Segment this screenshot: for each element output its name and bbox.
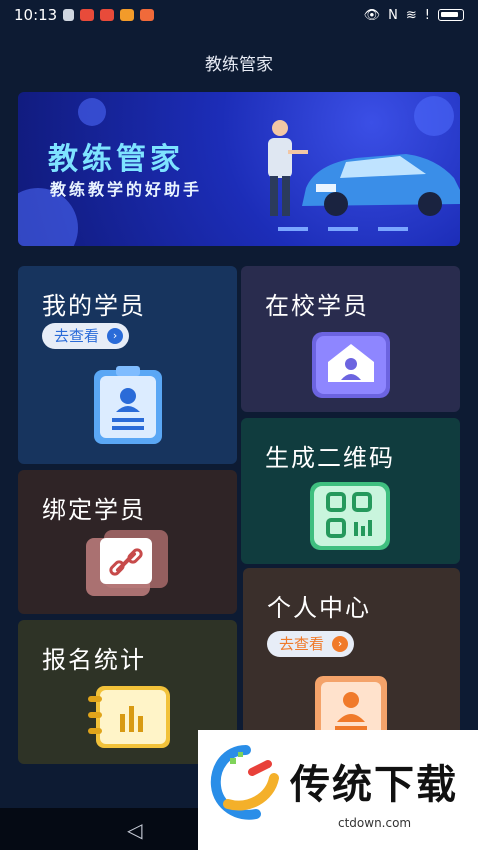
card-generate-qrcode[interactable]: 生成二维码	[241, 418, 460, 564]
chevron-right-icon: ›	[107, 328, 124, 344]
chart-icon	[88, 686, 170, 748]
watermark-text: 传统下载	[290, 762, 458, 808]
link-icon	[86, 530, 168, 596]
back-icon[interactable]: ◁	[127, 818, 142, 842]
status-bar: 10:13 👁 N ≋ !	[0, 0, 478, 30]
nfc-icon: N	[388, 7, 398, 23]
school-icon	[312, 332, 390, 398]
view-button[interactable]: 去查看 ›	[42, 323, 130, 349]
card-bind-students[interactable]: 绑定学员	[18, 470, 237, 614]
weibo-icon	[100, 9, 115, 21]
card-title: 绑定学员	[42, 496, 146, 524]
wifi-icon: ≋	[405, 7, 417, 23]
view-button-label: 去查看	[54, 327, 100, 345]
eye-icon: 👁	[363, 7, 381, 23]
student-card-icon	[94, 366, 162, 444]
weibo-icon	[80, 9, 95, 21]
page-title: 教练管家	[205, 55, 273, 75]
alert-icon: !	[424, 7, 430, 23]
card-my-students[interactable]: 我的学员 去查看 ›	[18, 266, 237, 464]
battery-icon	[438, 9, 464, 21]
view-button-label: 去查看	[279, 635, 325, 653]
status-time: 10:13	[14, 6, 58, 24]
banner-bubble	[414, 96, 454, 136]
status-right: 👁 N ≋ !	[364, 8, 464, 23]
view-button[interactable]: 去查看 ›	[267, 631, 355, 657]
road-lines	[278, 227, 408, 231]
banner-bubble	[78, 98, 106, 126]
card-school-students[interactable]: 在校学员	[241, 266, 460, 412]
ctdown-logo-icon	[210, 745, 279, 820]
card-title: 报名统计	[42, 646, 146, 674]
banner-title: 教练管家	[48, 142, 184, 177]
card-title: 生成二维码	[265, 444, 395, 472]
chevron-right-icon: ›	[332, 636, 349, 652]
promo-banner[interactable]: 教练管家 教练教学的好助手	[18, 92, 460, 246]
banner-subtitle: 教练教学的好助手	[50, 180, 203, 199]
car-illustration	[302, 154, 460, 216]
notification-icon	[63, 9, 75, 21]
card-title: 个人中心	[267, 594, 371, 622]
card-title: 我的学员	[42, 292, 146, 320]
app-notification-icon	[120, 9, 135, 21]
status-left: 10:13	[14, 6, 155, 24]
watermark-url: ctdown.com	[338, 816, 412, 830]
qrcode-icon	[310, 482, 390, 550]
watermark: 传统下载 ctdown.com	[198, 730, 478, 850]
app-notification-icon	[140, 9, 155, 21]
card-title: 在校学员	[265, 292, 369, 320]
